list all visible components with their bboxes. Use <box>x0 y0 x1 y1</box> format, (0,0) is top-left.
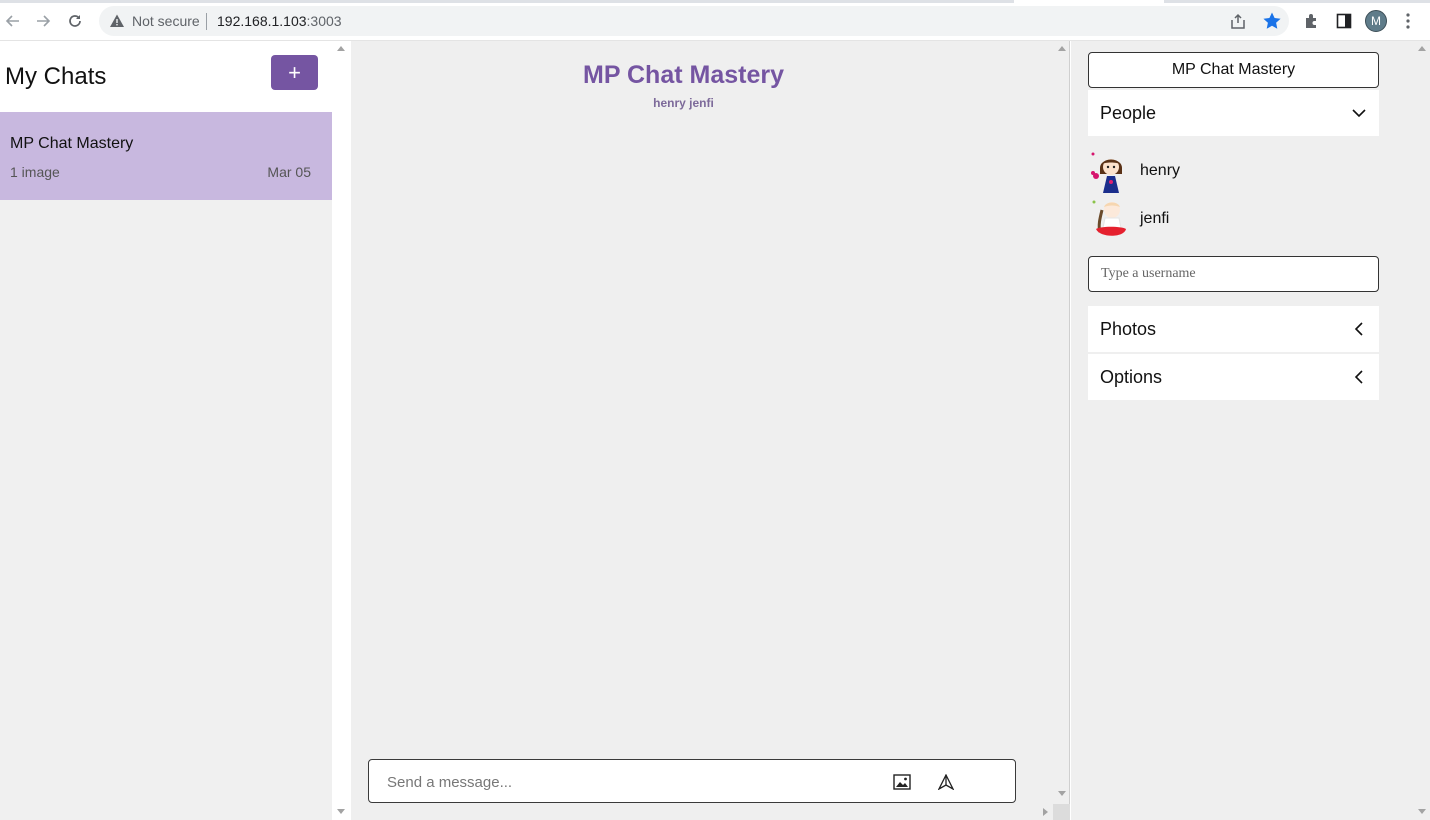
chat-list-header: My Chats + <box>0 41 332 112</box>
warning-icon[interactable] <box>109 13 125 29</box>
share-icon[interactable] <box>1229 12 1247 30</box>
people-section-toggle[interactable]: People <box>1088 90 1379 136</box>
chevron-left-icon <box>1354 322 1363 336</box>
person-name: jenfi <box>1140 210 1170 227</box>
url-host: 192.168.1.103 <box>217 13 307 29</box>
extensions-icon[interactable] <box>1302 11 1322 31</box>
active-tab-edge <box>1014 0 1164 3</box>
chat-members: henry jenfi <box>653 96 714 110</box>
chat-list-panel: My Chats + MP Chat Mastery 1 image Mar 0… <box>0 41 350 820</box>
chat-card[interactable]: MP Chat Mastery 1 image Mar 05 <box>0 112 332 200</box>
scroll-up-arrow[interactable] <box>1058 46 1066 51</box>
settings-scrollbar[interactable] <box>1413 41 1430 820</box>
message-input[interactable] <box>387 771 867 793</box>
send-icon[interactable] <box>938 774 954 790</box>
scrollbar-corner <box>1053 804 1070 820</box>
chat-card-title: MP Chat Mastery <box>10 135 134 152</box>
security-label[interactable]: Not secure <box>132 13 200 29</box>
chat-list: My Chats + MP Chat Mastery 1 image Mar 0… <box>0 41 332 820</box>
photos-section-toggle[interactable]: Photos <box>1088 306 1379 352</box>
scroll-right-arrow[interactable] <box>1043 808 1048 816</box>
new-chat-button[interactable]: + <box>271 55 318 90</box>
chevron-left-icon <box>1354 370 1363 384</box>
reload-icon[interactable] <box>63 9 87 33</box>
photos-section-label: Photos <box>1100 318 1157 339</box>
avatar <box>1092 200 1126 236</box>
chat-title: MP Chat Mastery <box>583 61 784 89</box>
scroll-down-arrow[interactable] <box>1418 809 1426 814</box>
scroll-down-arrow[interactable] <box>337 809 345 814</box>
person-row[interactable]: henry <box>1088 148 1180 194</box>
bookmark-star-icon[interactable] <box>1262 11 1282 31</box>
avatar <box>1091 152 1122 193</box>
image-upload-icon[interactable] <box>893 774 911 790</box>
scroll-up-arrow[interactable] <box>1418 46 1426 51</box>
profile-avatar[interactable]: M <box>1365 10 1387 32</box>
person-row[interactable]: jenfi <box>1088 196 1169 242</box>
chevron-down-icon <box>1352 109 1366 118</box>
options-section-toggle[interactable]: Options <box>1088 354 1379 400</box>
chat-card-date: Mar 05 <box>267 164 311 180</box>
scroll-up-arrow[interactable] <box>337 46 345 51</box>
menu-kebab-icon[interactable] <box>1398 11 1418 31</box>
settings-chat-title[interactable]: MP Chat Mastery <box>1088 52 1379 88</box>
url-text[interactable]: 192.168.1.103:3003 <box>217 13 342 29</box>
message-form <box>368 759 1016 803</box>
chat-card-last-message: 1 image <box>10 164 60 180</box>
forward-icon[interactable] <box>31 9 55 33</box>
chat-feed: MP Chat Mastery henry jenfi <box>351 41 1070 820</box>
options-section-label: Options <box>1100 366 1163 387</box>
omnibox-divider <box>206 13 207 30</box>
browser-toolbar: Not secure 192.168.1.103:3003 M <box>0 0 1430 41</box>
username-input[interactable] <box>1088 256 1379 292</box>
person-name: henry <box>1140 162 1181 179</box>
chat-list-heading: My Chats <box>5 63 107 90</box>
scroll-down-arrow[interactable] <box>1058 791 1066 796</box>
chat-settings-panel: MP Chat Mastery People henry jenfi Phot <box>1071 41 1430 820</box>
tab-strip <box>0 0 1430 3</box>
address-bar[interactable]: Not secure 192.168.1.103:3003 <box>99 6 1289 36</box>
chat-list-scrollbar[interactable] <box>332 41 350 820</box>
url-port: :3003 <box>306 13 342 29</box>
side-panel-icon[interactable] <box>1334 11 1354 31</box>
back-icon[interactable] <box>1 9 25 33</box>
people-section-label: People <box>1100 102 1157 123</box>
chat-feed-scrollbar[interactable] <box>1053 41 1070 820</box>
